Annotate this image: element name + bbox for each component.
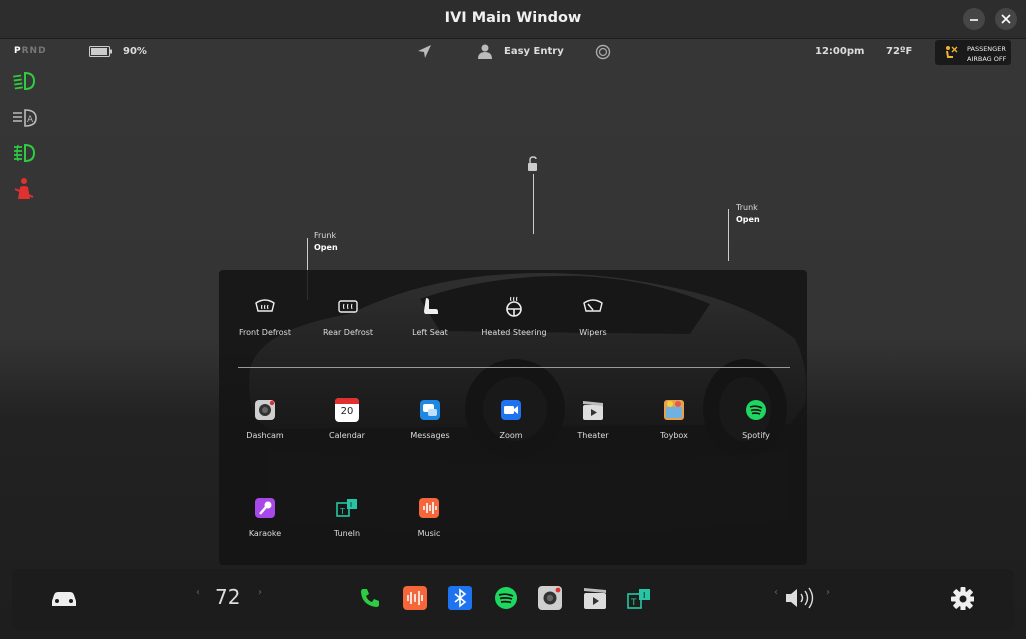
left-seat-label: Left Seat [412,328,448,337]
tunein-icon[interactable]: TI [627,586,651,610]
heated-steering-label: Heated Steering [481,328,547,337]
karaoke-icon [255,498,275,518]
trunk-callout[interactable]: Trunk Open [736,202,760,226]
calendar-label: Calendar [329,431,365,440]
theater-icon[interactable] [583,586,607,610]
panel-divider [238,367,790,368]
spotify-label: Spotify [742,431,770,440]
unlock-callout-line [533,174,534,234]
svg-text:I: I [350,501,352,509]
clock: 12:00pm [815,46,865,57]
heated-steering-icon [506,296,522,317]
gear-selector: PRND [14,46,47,56]
battery-icon [89,46,112,57]
airbag-line1: PASSENGER [967,45,1006,53]
bottom-dock: ‹ 72 › TI ‹ › [12,569,1014,630]
theater-label: Theater [577,431,609,440]
app-launcher-panel: Front Defrost Rear Defrost Left Seat Hea… [219,270,807,565]
theater-icon [583,401,603,420]
outside-temperature: 72ºF [886,46,913,57]
navigation-arrow-icon[interactable] [417,44,432,59]
driver-profile-name[interactable]: Easy Entry [504,46,564,57]
front-defrost-icon [255,299,275,312]
gear-others: RND [21,46,47,56]
rear-defrost-icon [338,300,358,313]
phone-icon[interactable] [358,586,382,610]
tunein-icon: TI [336,499,357,517]
low-beam-headlight-icon [13,71,36,91]
cabin-temperature: 72 [215,585,241,609]
minimize-icon [970,19,978,21]
zoom-icon [501,400,521,420]
unlock-icon[interactable] [526,156,540,172]
airbag-line2: AIRBAG OFF [967,55,1007,63]
frunk-callout[interactable]: Frunk Open [314,230,338,254]
camera-lens-icon[interactable] [595,44,611,60]
ivi-screen: PRND 90% Easy Entry 12:00pm 72ºF PASSENG… [0,39,1026,639]
front-defrost-label: Front Defrost [239,328,291,337]
music-label: Music [417,529,441,538]
zoom-label: Zoom [499,431,523,440]
battery-level: 90% [123,46,147,57]
window-title: IVI Main Window [444,10,582,26]
volume-icon[interactable] [784,585,818,609]
seatbelt-warning-icon [14,178,34,199]
spotify-icon[interactable] [494,586,518,610]
messages-icon [420,400,440,420]
settings-gear-icon[interactable] [950,586,974,610]
gear-selected: P [14,46,22,56]
music-icon[interactable] [403,586,427,610]
frunk-state: Open [314,243,338,252]
messages-label: Messages [410,431,450,440]
driver-profile-icon[interactable] [478,44,492,59]
wipers-label: Wipers [579,328,607,337]
seat-icon [424,298,438,314]
svg-text:T: T [630,598,637,608]
music-icon [419,498,439,518]
dashcam-label: Dashcam [246,431,284,440]
karaoke-label: Karaoke [248,529,282,538]
frunk-label: Frunk [314,231,337,240]
volume-down-chevron[interactable]: ‹ [774,587,778,598]
trunk-callout-line [728,209,729,261]
tunein-label: TuneIn [333,529,361,538]
trunk-label: Trunk [736,203,758,212]
temp-decrease-chevron[interactable]: ‹ [196,587,200,598]
auto-high-beam-icon: A [13,109,37,127]
svg-text:T: T [339,507,345,516]
spotify-icon [746,400,766,420]
wipers-icon [583,299,603,312]
dashcam-icon [255,400,275,420]
minimize-button[interactable] [963,8,985,30]
volume-up-chevron[interactable]: › [826,587,830,598]
svg-text:I: I [643,591,645,600]
calendar-day: 20 [340,406,354,417]
title-bar: IVI Main Window [0,0,1026,39]
rear-defrost-label: Rear Defrost [322,328,374,337]
trunk-state: Open [736,215,760,224]
toybox-label: Toybox [660,431,688,440]
dashcam-icon[interactable] [538,586,562,610]
fog-light-icon [14,143,36,163]
car-menu-icon[interactable] [50,586,78,610]
close-button[interactable] [995,8,1017,30]
svg-text:A: A [27,115,34,125]
toybox-icon [664,400,684,420]
airbag-icon [946,46,958,58]
close-icon [1001,14,1011,24]
temp-increase-chevron[interactable]: › [258,587,262,598]
bluetooth-icon[interactable] [448,586,472,610]
passenger-airbag-status: PASSENGER AIRBAG OFF [935,40,1011,65]
calendar-icon: 20 [335,398,359,422]
